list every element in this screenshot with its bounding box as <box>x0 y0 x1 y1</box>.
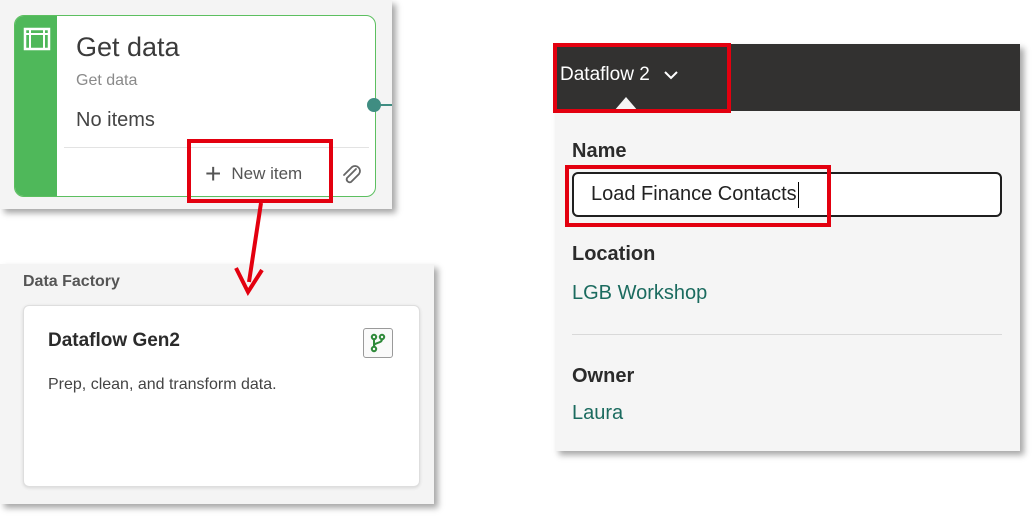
annotation-arrow-icon <box>234 202 264 297</box>
